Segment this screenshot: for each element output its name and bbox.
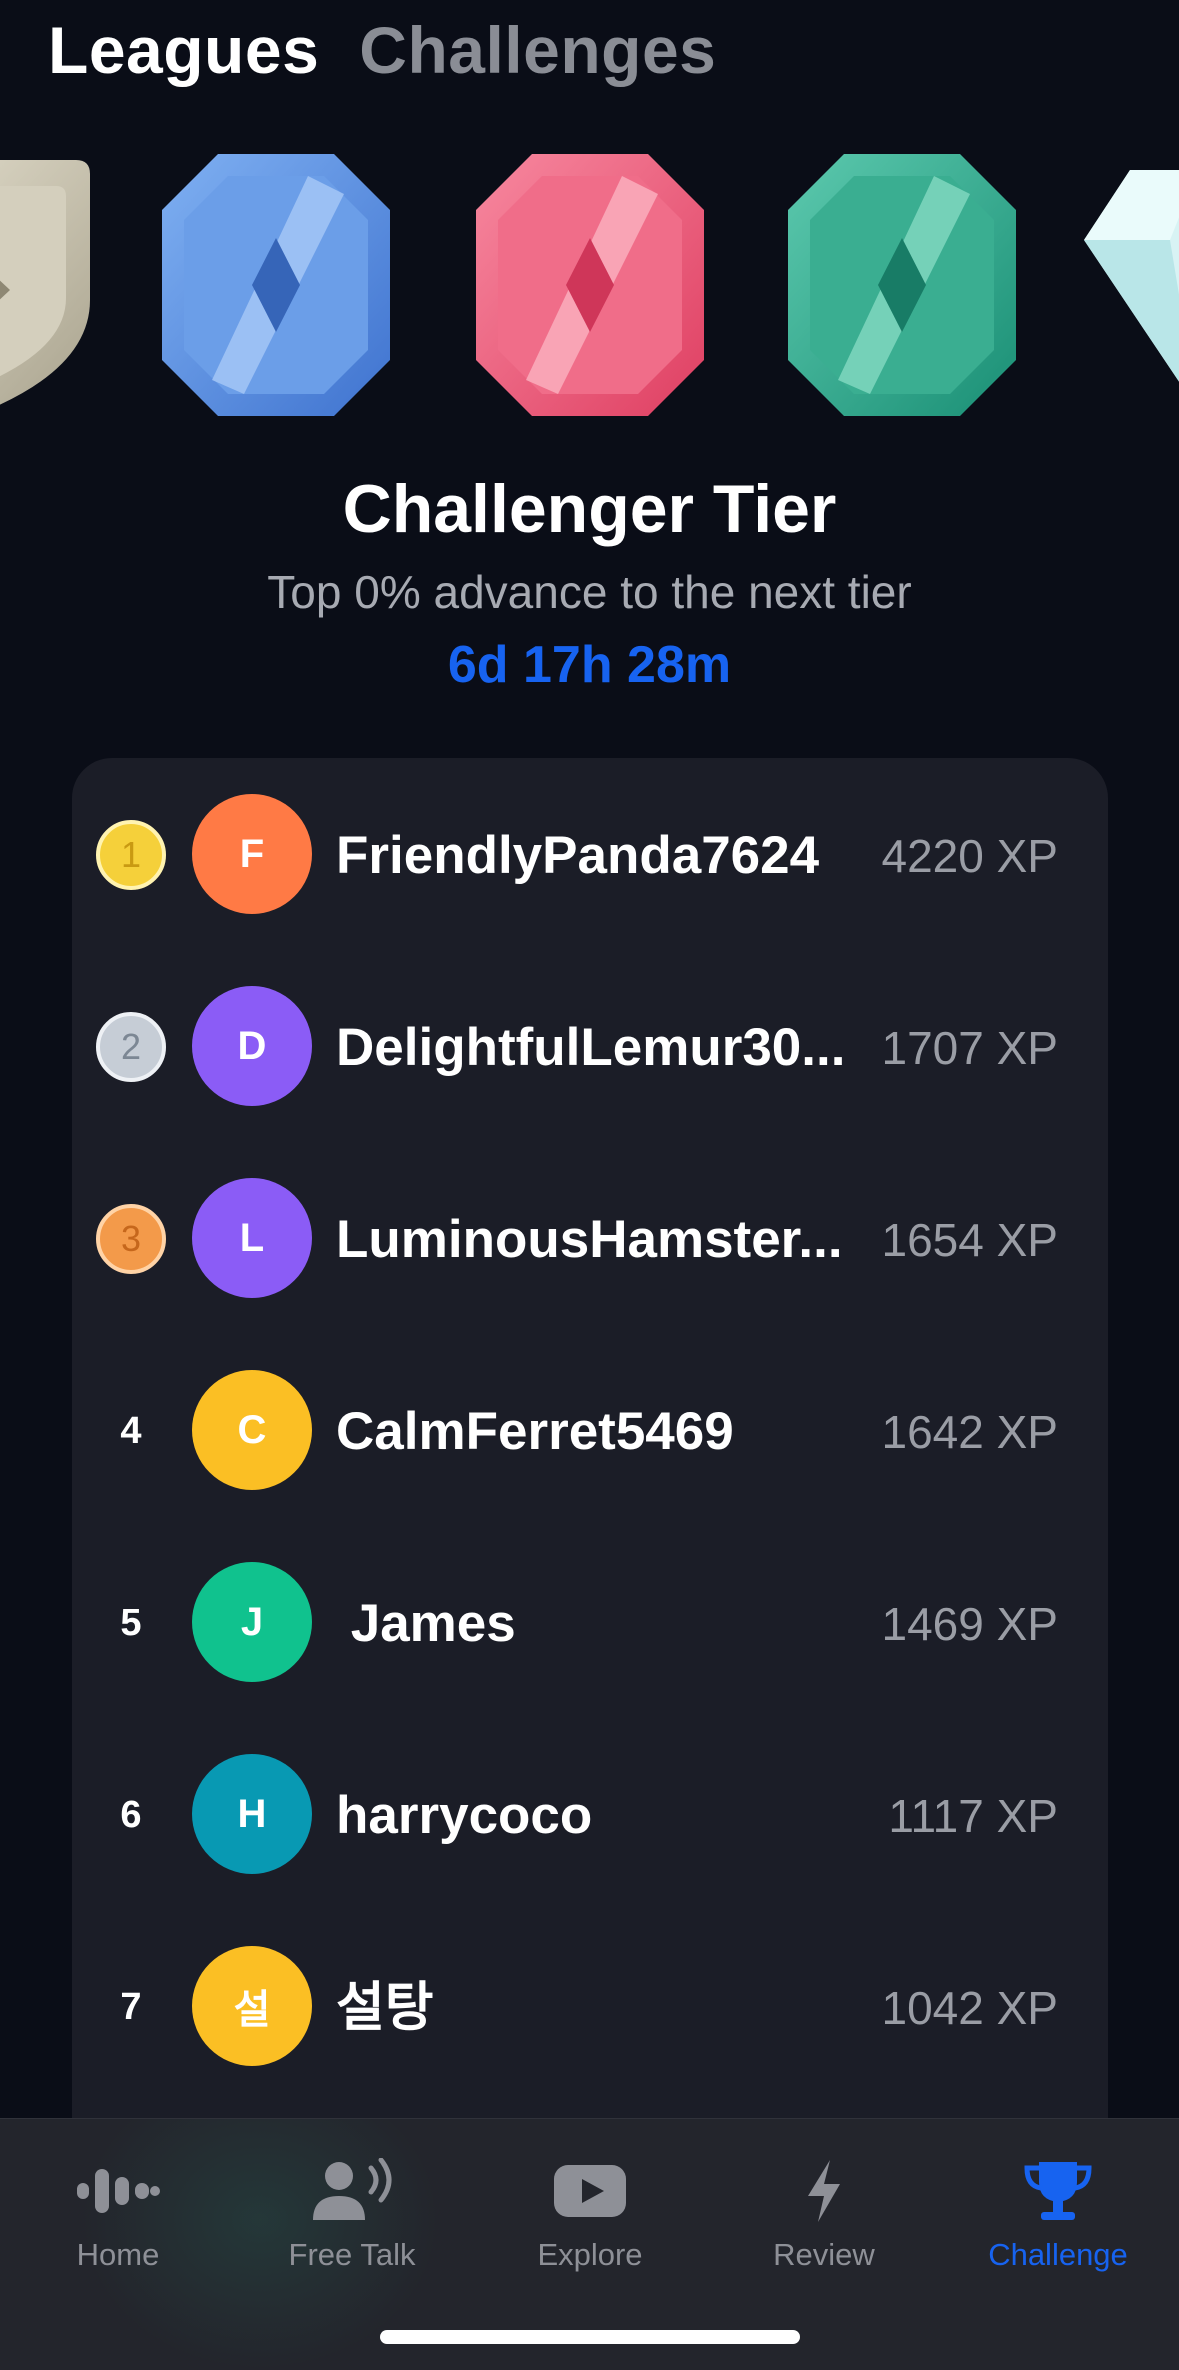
silver-medal-icon: 2: [96, 1012, 166, 1082]
xp-value: 1469 XP: [881, 1598, 1058, 1650]
leaderboard-row[interactable]: 3 L LuminousHamster... 1654 XP: [72, 1142, 1108, 1334]
username: CalmFerret5469: [336, 1402, 734, 1461]
bronze-medal-icon: 3: [96, 1204, 166, 1274]
diamond-badge-icon[interactable]: [1080, 150, 1179, 420]
emerald-badge-icon[interactable]: [784, 150, 1020, 420]
avatar[interactable]: H: [192, 1754, 312, 1874]
nav-challenge-label: Challenge: [988, 2237, 1128, 2272]
leaderboard-row[interactable]: 7 설 설탕 1042 XP: [72, 1910, 1108, 2102]
nav-review-label: Review: [773, 2237, 875, 2272]
nav-home-label: Home: [76, 2237, 160, 2272]
leagues-screen: Leagues Challenges Challenger Tier Top 0…: [0, 0, 1179, 2370]
gold-medal-icon: 1: [96, 820, 166, 890]
leaderboard-row[interactable]: 4 C CalmFerret5469 1642 XP: [72, 1334, 1108, 1526]
avatar[interactable]: 설: [192, 1946, 312, 2066]
avatar[interactable]: L: [192, 1178, 312, 1298]
leaderboard-row[interactable]: 6 H harrycoco 1117 XP: [72, 1718, 1108, 1910]
xp-value: 1654 XP: [881, 1214, 1058, 1266]
tab-challenges[interactable]: Challenges: [359, 12, 716, 88]
username: James: [336, 1594, 516, 1653]
avatar[interactable]: J: [192, 1562, 312, 1682]
xp-value: 1117 XP: [888, 1790, 1058, 1842]
leaderboard-row[interactable]: 2 D DelightfulLemur30... 1707 XP: [72, 950, 1108, 1142]
rank-number: 5: [120, 1601, 142, 1644]
username: LuminousHamster...: [336, 1210, 843, 1269]
rank-number: 4: [120, 1409, 142, 1452]
home-indicator[interactable]: [380, 2330, 800, 2344]
rank-number: 6: [120, 1793, 142, 1836]
speaking-person-icon: [307, 2155, 397, 2227]
lightning-icon: [779, 2155, 869, 2227]
leaderboard: 1 F FriendlyPanda7624 4220 XP 2 D Deligh…: [72, 758, 1108, 2118]
nav-home[interactable]: Home: [0, 2119, 236, 2289]
xp-value: 1642 XP: [881, 1406, 1058, 1458]
tier-title: Challenger Tier: [342, 471, 837, 547]
nav-review[interactable]: Review: [706, 2119, 942, 2289]
leaderboard-row[interactable]: 5 J James 1469 XP: [72, 1526, 1108, 1718]
waveform-icon: [73, 2155, 163, 2227]
avatar[interactable]: D: [192, 986, 312, 1106]
avatar[interactable]: C: [192, 1370, 312, 1490]
nav-explore[interactable]: Explore: [472, 2119, 708, 2289]
tab-leagues[interactable]: Leagues: [48, 12, 319, 88]
top-tabs: Leagues Challenges: [48, 0, 716, 100]
xp-value: 1707 XP: [881, 1022, 1058, 1074]
nav-free-talk[interactable]: Free Talk: [234, 2119, 470, 2289]
ruby-badge-icon[interactable]: [472, 150, 708, 420]
stone-badge-icon[interactable]: [0, 150, 96, 420]
leaderboard-row[interactable]: 1 F FriendlyPanda7624 4220 XP: [72, 758, 1108, 950]
play-video-icon: [545, 2155, 635, 2227]
trophy-icon: [1013, 2155, 1103, 2227]
rank-number: 7: [120, 1985, 142, 2028]
xp-value: 4220 XP: [881, 830, 1058, 882]
nav-free-talk-label: Free Talk: [288, 2237, 416, 2272]
nav-challenge[interactable]: Challenge: [940, 2119, 1176, 2289]
username: harrycoco: [336, 1786, 593, 1845]
sapphire-badge-icon[interactable]: [158, 150, 394, 420]
username: 설탕: [336, 1978, 434, 2037]
username: FriendlyPanda7624: [336, 826, 820, 885]
tier-countdown: 6d 17h 28m: [447, 636, 732, 694]
xp-value: 1042 XP: [881, 1982, 1058, 2034]
tier-badge-carousel[interactable]: [0, 150, 1179, 420]
username: DelightfulLemur30...: [336, 1018, 846, 1077]
avatar[interactable]: F: [192, 794, 312, 914]
nav-explore-label: Explore: [537, 2237, 643, 2272]
tier-subtitle: Top 0% advance to the next tier: [267, 566, 912, 618]
